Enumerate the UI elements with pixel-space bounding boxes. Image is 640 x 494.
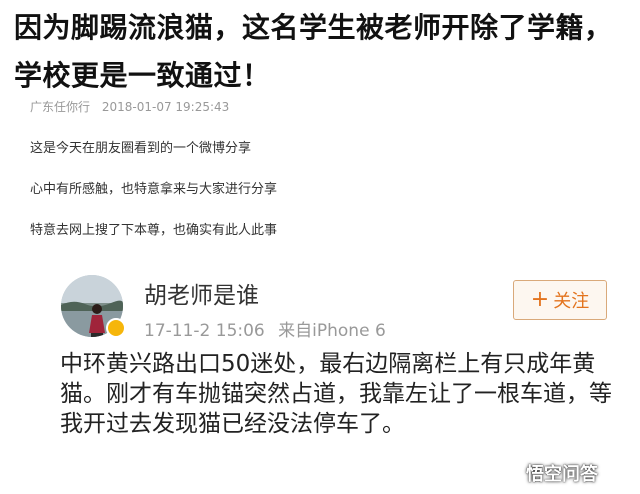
watermark: 悟空问答 — [498, 458, 598, 488]
weibo-post-source: 来自iPhone 6 — [278, 321, 386, 341]
publish-datetime: 2018-01-07 19:25:43 — [101, 100, 230, 114]
weibo-post-date: 17-11-2 15:06 — [144, 321, 265, 341]
weibo-username[interactable]: 胡老师是谁 — [144, 276, 259, 310]
paragraph-2: 心中有所感触，也特意拿来与大家进行分享 — [30, 182, 278, 197]
weibo-post-meta: 17-11-2 15:06 来自iPhone 6 — [144, 316, 386, 341]
paragraph-3: 特意去网上搜了下本尊，也确实有此人此事 — [30, 223, 278, 238]
verified-badge-icon — [106, 318, 126, 338]
watermark-text: 悟空问答 — [526, 464, 598, 485]
article-title: 因为脚踢流浪猫，这名学生被老师开除了学籍，学校更是一致通过！ — [14, 11, 613, 92]
article-meta: 广东任你行 2018-01-07 19:25:43 — [30, 98, 229, 115]
follow-label: 关注 — [553, 291, 590, 312]
article: 因为脚踢流浪猫，这名学生被老师开除了学籍，学校更是一致通过！ 广东任你行 201… — [0, 0, 640, 494]
wukong-logo-icon — [499, 462, 521, 484]
weibo-post-content: 中环黄兴路出口50迷处，最右边隔离栏上有只成年黄猫。刚才有车抛锚突然占道，我靠左… — [60, 351, 612, 437]
plus-icon: + — [530, 287, 550, 312]
paragraph-1: 这是今天在朋友圈看到的一个微博分享 — [30, 141, 252, 156]
follow-button[interactable]: + 关注 — [513, 280, 607, 320]
author-name[interactable]: 广东任你行 — [30, 100, 90, 114]
